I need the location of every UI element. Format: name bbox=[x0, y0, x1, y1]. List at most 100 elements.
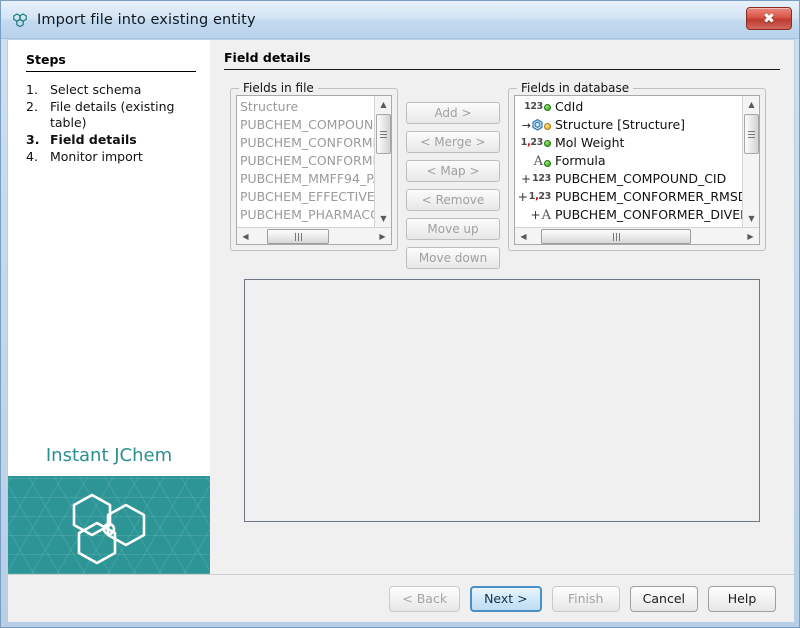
list-item[interactable]: PUBCHEM_PHARMACOP bbox=[237, 206, 374, 224]
list-item[interactable]: → Structure [Structure] bbox=[515, 116, 742, 134]
list-item[interactable]: 1,23 Mol Weight bbox=[515, 134, 742, 152]
list-item-label: Structure [Structure] bbox=[555, 116, 685, 134]
step-label: Field details bbox=[50, 132, 137, 148]
help-button[interactable]: Help bbox=[708, 586, 776, 612]
vertical-scroll-thumb[interactable] bbox=[744, 114, 759, 154]
list-item[interactable]: +123 PUBCHEM_COMPOUND_CID bbox=[515, 170, 742, 188]
brand-name: Instant JChem bbox=[8, 439, 210, 476]
dialog-body: Steps 1. Select schema 2. File details (… bbox=[8, 40, 794, 574]
step-number: 4. bbox=[26, 149, 50, 165]
vertical-scroll-thumb[interactable] bbox=[376, 114, 391, 154]
fields-in-database-label: Fields in database bbox=[517, 81, 633, 95]
title-bar[interactable]: Import file into existing entity ✖ bbox=[1, 1, 799, 39]
map-button[interactable]: < Map > bbox=[406, 160, 500, 182]
scroll-right-icon[interactable]: ▶ bbox=[743, 229, 758, 244]
fields-in-file-rows: Structure PUBCHEM_COMPOUND_ PUBCHEM_CONF… bbox=[237, 96, 374, 227]
list-item[interactable]: A Formula bbox=[515, 152, 742, 170]
scroll-up-icon[interactable]: ▲ bbox=[376, 97, 391, 112]
step-item-2: 2. File details (existing table) bbox=[26, 99, 200, 131]
fields-in-file-listbox[interactable]: Structure PUBCHEM_COMPOUND_ PUBCHEM_CONF… bbox=[236, 95, 392, 245]
step-label: Monitor import bbox=[50, 149, 143, 165]
mapped-arrow-icon: → bbox=[522, 120, 531, 131]
grip-icon bbox=[748, 131, 755, 138]
field-mapping-area: Fields in file Structure PUBCHEM_COMPOUN… bbox=[224, 88, 780, 269]
list-item-label: CdId bbox=[555, 98, 583, 116]
step-number: 1. bbox=[26, 82, 50, 98]
horizontal-scroll-thumb[interactable] bbox=[267, 229, 329, 244]
scroll-down-icon[interactable]: ▼ bbox=[376, 211, 391, 226]
page-title: Field details bbox=[224, 50, 780, 70]
fields-in-file-horizontal-scrollbar[interactable]: ◀ ▶ bbox=[237, 227, 391, 244]
list-item[interactable]: 123 CdId bbox=[515, 98, 742, 116]
grip-icon bbox=[380, 131, 387, 138]
step-item-1: 1. Select schema bbox=[26, 82, 200, 98]
list-item-label: PUBCHEM_CONFORMER_RMSD bbox=[555, 188, 742, 206]
brand-area: Instant JChem bbox=[8, 439, 210, 574]
dialog-client-area: Steps 1. Select schema 2. File details (… bbox=[7, 39, 795, 623]
scroll-up-icon[interactable]: ▲ bbox=[744, 97, 759, 112]
step-number: 3. bbox=[26, 132, 50, 148]
fields-in-database-horizontal-scrollbar[interactable]: ◀ ▶ bbox=[515, 227, 759, 244]
list-item[interactable]: PUBCHEM_CONFORMER bbox=[237, 152, 374, 170]
dialog-window: Import file into existing entity ✖ Steps… bbox=[0, 0, 800, 628]
fields-in-database-vertical-scrollbar[interactable]: ▲ ▼ bbox=[742, 96, 759, 227]
next-button[interactable]: Next > bbox=[470, 586, 542, 612]
add-button[interactable]: Add > bbox=[406, 102, 500, 124]
scroll-down-icon[interactable]: ▼ bbox=[744, 211, 759, 226]
fields-in-file-label: Fields in file bbox=[239, 81, 318, 95]
new-field-plus-icon: + bbox=[531, 209, 541, 221]
move-down-button[interactable]: Move down bbox=[406, 247, 500, 269]
steps-list: 1. Select schema 2. File details (existi… bbox=[8, 82, 210, 166]
move-up-button[interactable]: Move up bbox=[406, 218, 500, 240]
scroll-left-icon[interactable]: ◀ bbox=[516, 229, 531, 244]
merge-button[interactable]: < Merge > bbox=[406, 131, 500, 153]
cancel-button[interactable]: Cancel bbox=[630, 586, 698, 612]
list-item[interactable]: Structure bbox=[237, 98, 374, 116]
jchem-hexagon-icon bbox=[11, 11, 29, 29]
fields-in-database-rows: 123 CdId → bbox=[515, 96, 742, 227]
grip-icon bbox=[295, 233, 302, 241]
list-item-label: Mol Weight bbox=[555, 134, 624, 152]
new-field-plus-icon: + bbox=[521, 173, 531, 185]
back-button[interactable]: < Back bbox=[389, 586, 460, 612]
grip-icon bbox=[613, 233, 620, 241]
close-icon: ✖ bbox=[763, 12, 775, 26]
remove-button[interactable]: < Remove bbox=[406, 189, 500, 211]
list-item[interactable]: +1,23 PUBCHEM_CONFORMER_RMSD bbox=[515, 188, 742, 206]
step-label: File details (existing table) bbox=[50, 99, 200, 131]
step-label: Select schema bbox=[50, 82, 141, 98]
field-detail-panel bbox=[244, 279, 760, 522]
content-panel: Field details Fields in file Structure P… bbox=[210, 40, 794, 574]
scroll-left-icon[interactable]: ◀ bbox=[238, 229, 253, 244]
fields-in-database-group: Fields in database 123 CdId bbox=[508, 88, 766, 251]
fields-in-file-vertical-scrollbar[interactable]: ▲ ▼ bbox=[374, 96, 391, 227]
fields-in-file-group: Fields in file Structure PUBCHEM_COMPOUN… bbox=[230, 88, 398, 251]
list-item[interactable]: PUBCHEM_COMPOUND_ bbox=[237, 116, 374, 134]
list-item-label: Formula bbox=[555, 152, 606, 170]
steps-heading: Steps bbox=[26, 52, 196, 72]
fields-in-database-listbox[interactable]: 123 CdId → bbox=[514, 95, 760, 245]
list-item[interactable]: +A PUBCHEM_CONFORMER_DIVERSE( bbox=[515, 206, 742, 224]
new-field-plus-icon: + bbox=[518, 191, 528, 203]
scroll-right-icon[interactable]: ▶ bbox=[375, 229, 390, 244]
step-item-3: 3. Field details bbox=[26, 132, 200, 148]
structure-hexagon-orange-icon: → bbox=[517, 119, 551, 131]
step-item-4: 4. Monitor import bbox=[26, 149, 200, 165]
num-123comma-green-icon: 1,23 bbox=[517, 138, 551, 148]
close-button[interactable]: ✖ bbox=[746, 7, 792, 30]
dialog-footer: < Back Next > Finish Cancel Help bbox=[8, 574, 794, 622]
list-item-label: PUBCHEM_COMPOUND_CID bbox=[555, 170, 726, 188]
mapping-buttons: Add > < Merge > < Map > < Remove Move up… bbox=[406, 88, 500, 269]
letter-a-green-icon: A bbox=[517, 155, 551, 168]
step-number: 2. bbox=[26, 99, 50, 131]
list-item-label: PUBCHEM_CONFORMER_DIVERSE( bbox=[555, 206, 742, 224]
num-123comma-grey-icon: +1,23 bbox=[517, 191, 551, 203]
num-123-green-icon: 123 bbox=[517, 102, 551, 112]
list-item[interactable]: PUBCHEM_EFFECTIVE_I bbox=[237, 188, 374, 206]
list-item[interactable]: PUBCHEM_CONFORMER bbox=[237, 134, 374, 152]
horizontal-scroll-thumb[interactable] bbox=[541, 229, 691, 244]
jchem-molecule-logo-icon bbox=[66, 485, 152, 565]
finish-button[interactable]: Finish bbox=[552, 586, 620, 612]
list-item[interactable]: PUBCHEM_MMFF94_PAI bbox=[237, 170, 374, 188]
window-title: Import file into existing entity bbox=[37, 12, 256, 28]
